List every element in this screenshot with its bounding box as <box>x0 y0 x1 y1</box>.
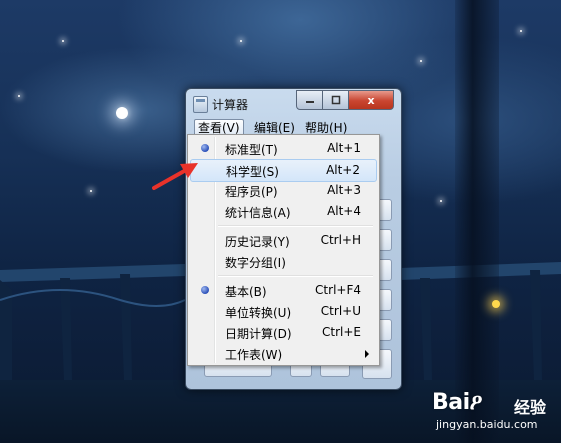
menu-item-standard[interactable]: 标准型(T) Alt+1 <box>190 138 377 159</box>
menu-item-shortcut: Ctrl+E <box>322 325 361 339</box>
menu-item-label: 标准型(T) <box>225 143 278 157</box>
star <box>90 190 92 192</box>
title-bar[interactable]: 计算器 x <box>186 89 401 117</box>
menu-item-label: 历史记录(Y) <box>225 235 290 249</box>
menu-item-shortcut: Ctrl+F4 <box>315 283 361 297</box>
bright-star <box>116 107 128 119</box>
menu-item-history[interactable]: 历史记录(Y) Ctrl+H <box>190 230 377 251</box>
tree-silhouette <box>455 0 499 443</box>
watermark-url: jingyan.baidu.com <box>436 418 538 431</box>
view-menu-dropdown: 标准型(T) Alt+1 科学型(S) Alt+2 程序员(P) Alt+3 统… <box>187 134 380 366</box>
menu-item-shortcut: Ctrl+U <box>320 304 361 318</box>
menu-item-shortcut: Alt+3 <box>327 183 361 197</box>
calculator-app-icon <box>193 96 208 113</box>
menu-item-shortcut: Ctrl+H <box>320 233 361 247</box>
menu-item-label: 数字分组(I) <box>225 256 286 270</box>
baidu-jingyan-watermark: Baiዖ 经验 jingyan.baidu.com <box>424 384 559 439</box>
menu-item-label: 单位转换(U) <box>225 306 292 320</box>
red-pointer-arrow-icon <box>152 163 198 190</box>
menu-item-worksheets[interactable]: 工作表(W) <box>190 343 377 364</box>
menu-separator <box>218 275 373 277</box>
menu-item-label: 统计信息(A) <box>225 206 291 220</box>
minimize-button[interactable] <box>296 90 323 110</box>
radio-checked-icon <box>201 286 209 294</box>
maximize-button[interactable] <box>322 90 349 110</box>
close-button[interactable]: x <box>348 90 394 110</box>
watermark-brand: Baiዖ <box>432 390 483 415</box>
radio-checked-icon <box>201 144 209 152</box>
minimize-icon <box>305 101 314 103</box>
menu-item-shortcut: Alt+4 <box>327 204 361 218</box>
menu-item-programmer[interactable]: 程序员(P) Alt+3 <box>190 180 377 201</box>
watermark-product: 经验 <box>514 398 547 417</box>
menu-item-basic[interactable]: 基本(B) Ctrl+F4 <box>190 280 377 301</box>
star <box>440 200 442 202</box>
submenu-arrow-icon <box>365 350 369 358</box>
window-title: 计算器 <box>212 98 249 112</box>
maximize-icon <box>331 95 340 105</box>
menu-item-date-calculation[interactable]: 日期计算(D) Ctrl+E <box>190 322 377 343</box>
menu-item-label: 基本(B) <box>225 285 267 299</box>
menu-item-label: 日期计算(D) <box>225 327 292 341</box>
menu-item-digit-grouping[interactable]: 数字分组(I) <box>190 251 377 272</box>
close-icon: x <box>367 93 375 107</box>
menu-item-label: 程序员(P) <box>225 185 278 199</box>
menu-item-scientific[interactable]: 科学型(S) Alt+2 <box>190 159 377 182</box>
menu-item-shortcut: Alt+2 <box>326 163 360 177</box>
star <box>240 40 242 42</box>
star <box>62 40 64 42</box>
star <box>420 60 422 62</box>
star <box>520 30 522 32</box>
menu-separator <box>218 225 373 227</box>
menu-item-shortcut: Alt+1 <box>327 141 361 155</box>
menu-item-label: 工作表(W) <box>225 348 283 362</box>
menu-item-label: 科学型(S) <box>226 165 279 179</box>
menu-item-statistics[interactable]: 统计信息(A) Alt+4 <box>190 201 377 222</box>
menu-item-unit-conversion[interactable]: 单位转换(U) Ctrl+U <box>190 301 377 322</box>
street-lamp <box>492 300 500 308</box>
star <box>18 95 20 97</box>
